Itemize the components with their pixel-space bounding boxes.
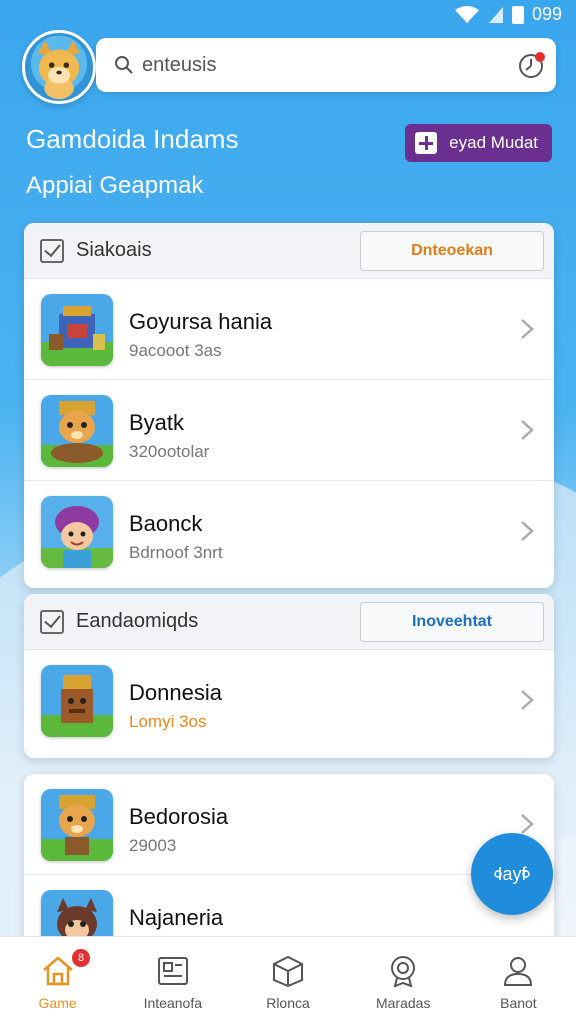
tab-label: Inteanofa (143, 995, 202, 1011)
tab-label: Banot (500, 995, 537, 1011)
game-icon (41, 496, 113, 568)
status-time: 099 (531, 4, 562, 24)
home-icon (42, 956, 73, 986)
item-name: Baonck (129, 511, 203, 536)
item-name: Najaneria (129, 905, 224, 930)
page-subtitle: Appiai Geapmak (26, 172, 204, 199)
battery-icon (511, 5, 524, 24)
promo-button[interactable]: eyad Mudat (405, 124, 552, 162)
section-card-1: Siakoais Dnteoekan Goyursa hania 9acooot… (24, 223, 554, 588)
header: enteusis (22, 30, 556, 104)
tab-profile[interactable]: Banot (461, 937, 576, 1024)
notification-icon[interactable] (518, 51, 546, 79)
section-title: Siakoais (76, 239, 152, 261)
item-subtitle: Lomyi 3os (129, 712, 207, 731)
tab-news[interactable]: Inteanofa (115, 937, 230, 1024)
checkbox-icon[interactable] (40, 238, 64, 263)
section-header: Eandaomiqds Inoveehtat (24, 594, 554, 650)
item-subtitle: Bdrnoof 3nrt (129, 543, 223, 562)
notification-badge: 8 (72, 949, 90, 967)
item-subtitle: 9acooot 3as (129, 341, 222, 360)
fox-avatar-icon (37, 40, 81, 100)
item-name: Byatk (129, 410, 185, 435)
list-item[interactable]: Baonck Bdrnoof 3nrt (24, 481, 554, 582)
gamepad-icon: Iayf (494, 864, 530, 884)
plus-icon (415, 132, 438, 154)
status-bar: 099 (0, 0, 576, 32)
item-name: Goyursa hania (129, 309, 273, 334)
item-name: Bedorosia (129, 804, 229, 829)
chevron-right-icon (521, 319, 534, 339)
tab-game[interactable]: 8 Game (0, 937, 115, 1024)
tab-label: Rlonca (266, 995, 310, 1011)
chevron-right-icon (521, 814, 534, 834)
list-item[interactable]: Donnesia Lomyi 3os (24, 650, 554, 751)
section-header: Siakoais Dnteoekan (24, 223, 554, 279)
chevron-right-icon (521, 420, 534, 440)
chevron-right-icon (521, 690, 534, 710)
medal-icon (391, 956, 416, 988)
chevron-right-icon (521, 521, 534, 541)
checkbox-icon[interactable] (40, 609, 64, 634)
game-icon (41, 395, 113, 467)
list-item[interactable]: Goyursa hania 9acooot 3as (24, 279, 554, 380)
tab-label: Maradas (375, 995, 431, 1011)
section-card-2: Eandaomiqds Inoveehtat Donnesia Lomyi 3o… (24, 594, 554, 758)
floating-action-button[interactable]: Iayf (471, 833, 553, 915)
page-title: Gamdoida Indams (26, 124, 239, 154)
section-action-button[interactable]: Dnteoekan (360, 231, 544, 271)
game-icon (41, 789, 113, 861)
box-icon (273, 955, 303, 988)
tab-label: Game (38, 995, 77, 1011)
item-subtitle: 29003 (129, 836, 177, 855)
search-icon (115, 56, 133, 74)
search-text: enteusis (142, 53, 217, 76)
avatar[interactable] (22, 30, 96, 104)
list-item[interactable]: Byatk 320ootolar (24, 380, 554, 481)
profile-icon (504, 957, 533, 986)
promo-button-label: eyad Mudat (449, 133, 538, 152)
signal-icon (488, 6, 503, 23)
game-icon (41, 665, 113, 737)
news-icon (157, 957, 188, 985)
tab-box[interactable]: Rlonca (230, 937, 345, 1024)
item-name: Donnesia (129, 680, 222, 705)
search-input[interactable]: enteusis (96, 38, 556, 92)
wifi-icon (454, 5, 479, 23)
item-subtitle: 320ootolar (129, 442, 210, 461)
tab-medals[interactable]: Maradas (346, 937, 461, 1024)
section-title: Eandaomiqds (76, 610, 199, 632)
section-action-button[interactable]: Inoveehtat (360, 602, 544, 642)
game-icon (41, 294, 113, 366)
bottom-tab-bar: 8 Game Inteanofa Rlonca Maradas Banot (0, 936, 576, 1024)
